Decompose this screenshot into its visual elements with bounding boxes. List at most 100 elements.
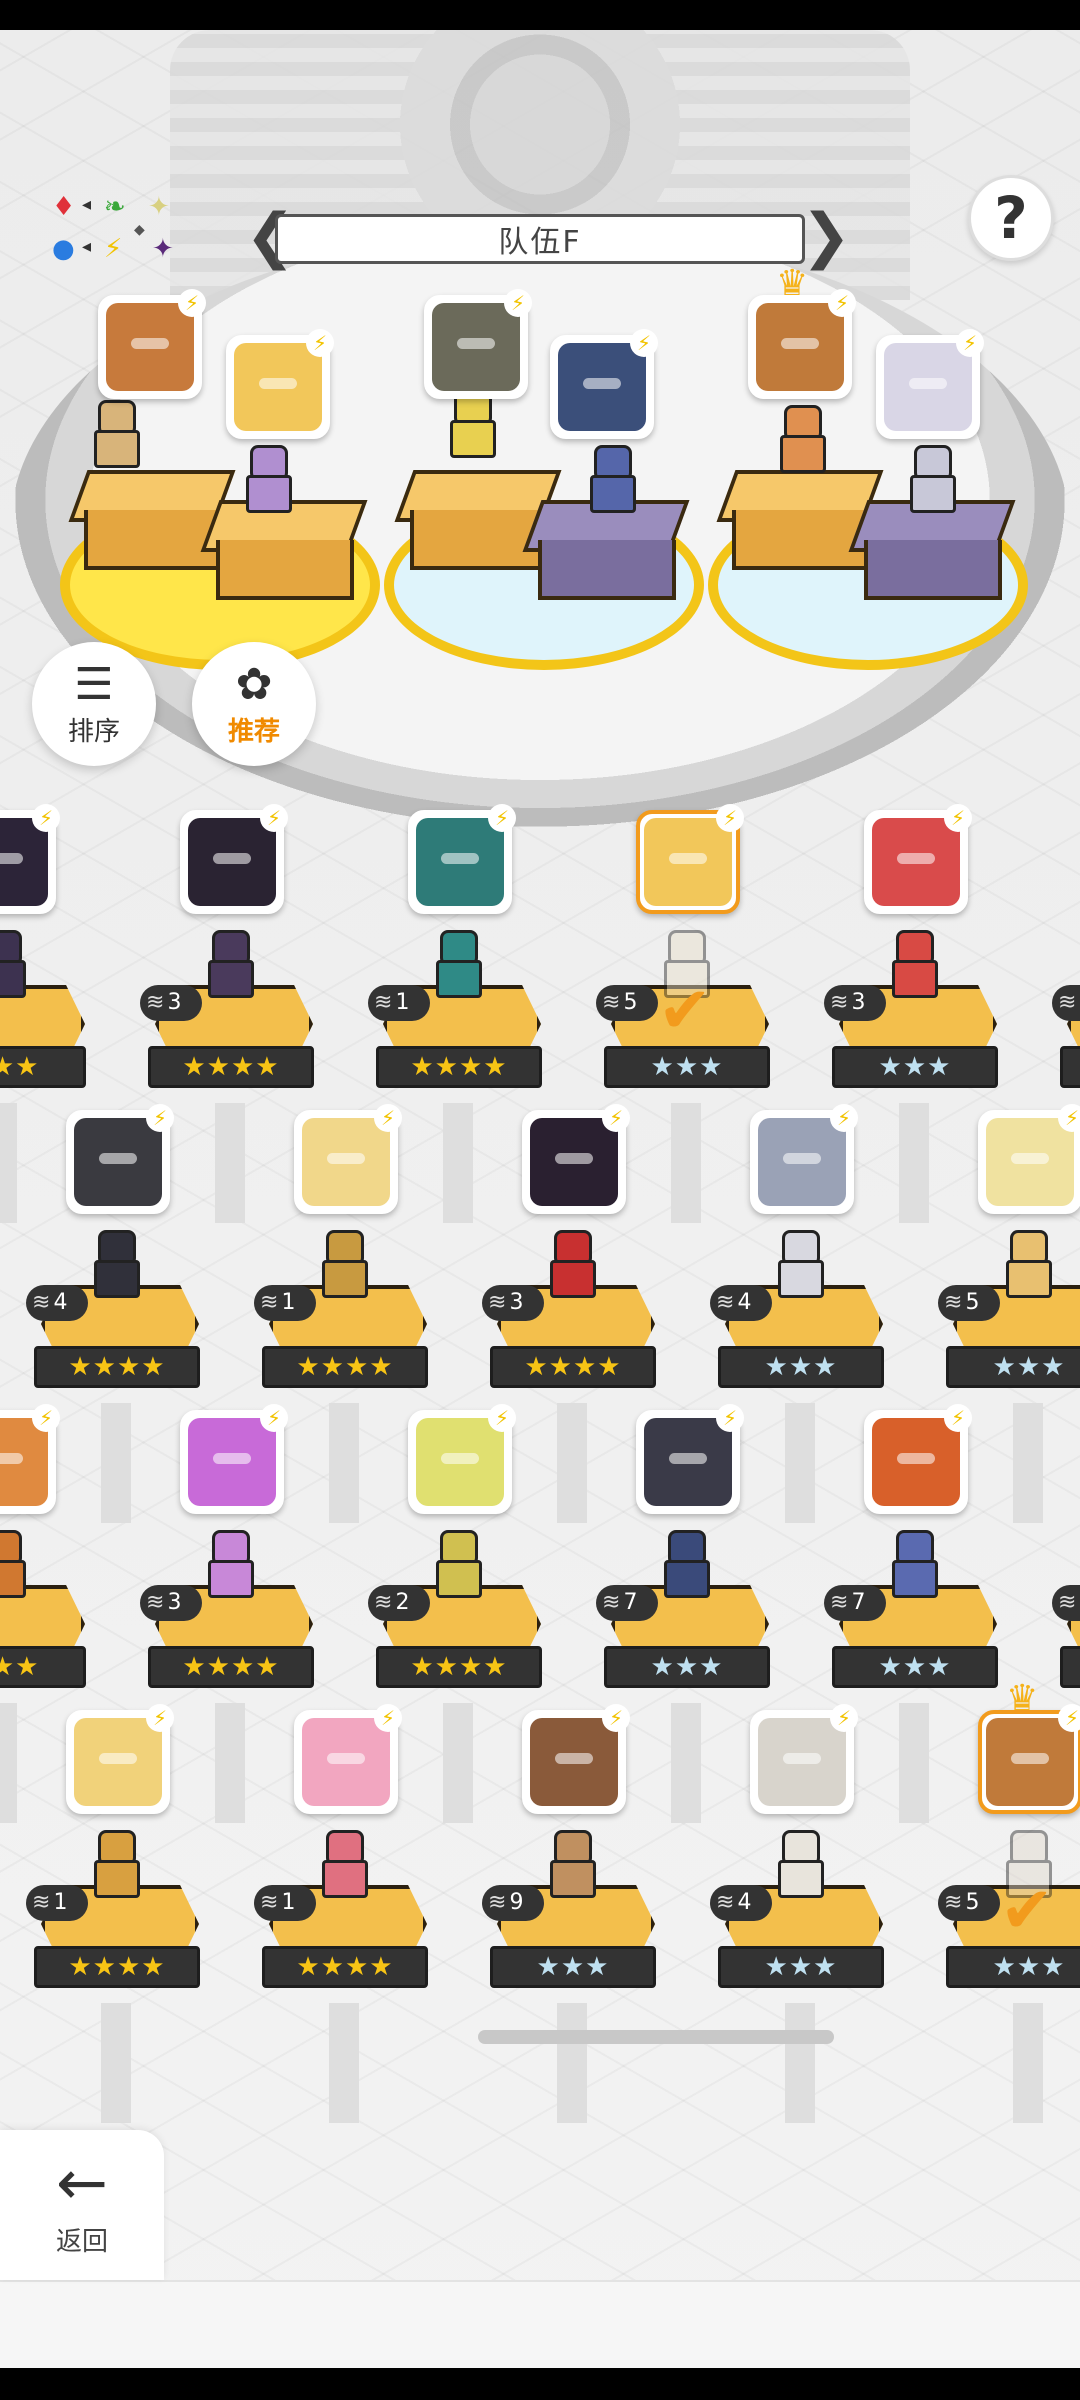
sort-button[interactable]: ☰ 排序 <box>32 642 156 766</box>
prev-team-chevron-icon[interactable]: ❮ <box>245 206 295 270</box>
horizontal-scrollbar[interactable] <box>478 2030 834 2044</box>
hero-sprite <box>84 1830 144 1898</box>
arrow-icon: ◂ <box>82 194 92 215</box>
hero-stars: ★★★ <box>604 1046 770 1088</box>
hero-card[interactable]: ⚡ <box>750 1104 858 1214</box>
bolt-element-icon: ⚡ <box>944 1404 972 1432</box>
element-advantage-legend[interactable]: ♦ ◂ ❧ ✦ ● ◂ ⚡ ◆ ✦ <box>52 192 192 282</box>
hero-card[interactable]: ⚡ ✔ <box>636 804 744 1048</box>
team-hero-sprite[interactable] <box>236 445 296 513</box>
hero-face <box>884 343 972 431</box>
selected-check-icon: ✔ <box>658 974 712 1048</box>
pedestal-leg <box>329 1403 359 1523</box>
hero-stars: ★★★★ <box>34 1346 200 1388</box>
team-hero-portrait[interactable]: ⚡ ♛ <box>748 263 856 399</box>
hero-level-badge: ≋ 3 <box>482 1285 544 1321</box>
hero-level-badge: ≋ 5 <box>938 1285 1000 1321</box>
hero-card[interactable]: ⚡ <box>408 804 516 914</box>
team-block <box>848 500 1016 600</box>
recommend-button[interactable]: ✿ 推荐 <box>192 642 316 766</box>
hero-level-badge: ≋ 3 <box>140 1585 202 1621</box>
hero-face <box>416 818 504 906</box>
hero-card[interactable]: ⚡ <box>522 1704 630 1814</box>
pedestal-leg <box>0 1103 17 1223</box>
team-hero-sprite[interactable] <box>580 445 640 513</box>
hero-card[interactable]: ⚡ <box>408 1404 516 1514</box>
hero-card[interactable]: ⚡ <box>522 1104 630 1214</box>
team-hero-portrait[interactable]: ⚡ <box>98 289 206 399</box>
team-hero-portrait[interactable]: ⚡ <box>226 329 334 439</box>
level-stack-icon: ≋ <box>260 1890 279 1915</box>
back-button[interactable]: ← 返回 <box>0 2130 164 2280</box>
hero-level-badge: ≋ 3 <box>140 985 202 1021</box>
water-element-icon: ● <box>52 234 75 264</box>
team-hero-portrait[interactable]: ⚡ <box>876 329 984 439</box>
hero-stars: ★★★ <box>1060 1046 1080 1088</box>
bottom-strip <box>0 2280 1080 2370</box>
hero-face <box>644 818 732 906</box>
hero-stars: ★★★ <box>1060 1646 1080 1688</box>
hero-face <box>758 1718 846 1806</box>
hero-stars: ★★★★ <box>262 1946 428 1988</box>
team-hero-sprite[interactable] <box>84 400 144 468</box>
team-hero-sprite[interactable] <box>770 405 830 473</box>
hero-level-badge: ≋4 <box>26 1285 88 1321</box>
hero-card[interactable]: ⚡ <box>294 1704 402 1814</box>
hero-sprite <box>768 1830 828 1898</box>
hero-stars: ★★★ <box>946 1946 1080 1988</box>
pedestal-leg <box>557 2003 587 2123</box>
hero-level-badge: ≋4 <box>710 1885 772 1921</box>
hero-stars: ★★★★ <box>262 1346 428 1388</box>
hero-level-badge: ≋ 5 <box>596 985 658 1021</box>
bolt-element-icon: ⚡ <box>602 1104 630 1132</box>
team-block <box>68 470 236 570</box>
hero-face <box>188 818 276 906</box>
pedestal-leg <box>785 1403 815 1523</box>
hero-card[interactable]: ⚡ <box>294 1104 402 1214</box>
hero-card[interactable]: ⚡ <box>978 1104 1080 1214</box>
sprite-body <box>778 1260 824 1298</box>
team-hero-portrait[interactable]: ⚡ <box>550 329 658 439</box>
hero-card[interactable]: ⚡ <box>864 1404 972 1514</box>
team-hero-sprite[interactable] <box>440 390 500 458</box>
hero-card[interactable]: ⚡ <box>180 804 288 914</box>
hero-card[interactable]: ⚡ <box>0 1404 60 1514</box>
pedestal-leg <box>101 2003 131 2123</box>
hero-card[interactable]: ⚡ <box>864 804 972 914</box>
hero-level: 5 <box>623 990 638 1015</box>
sprite-body <box>322 1260 368 1298</box>
team-hero-portrait[interactable]: ⚡ <box>424 289 532 399</box>
hero-face <box>106 303 194 391</box>
hero-face <box>558 343 646 431</box>
hero-card[interactable]: ⚡ ♛ ✔ <box>978 1678 1080 1948</box>
hero-stars: ★★★ <box>832 1646 998 1688</box>
block-side <box>538 540 676 600</box>
recommend-flower-icon: ✿ <box>235 658 273 710</box>
hero-card[interactable]: ⚡ <box>0 804 60 914</box>
hero-level: 4 <box>53 1290 68 1315</box>
hero-sprite <box>882 1530 942 1598</box>
hero-level-badge: ≋ 3 <box>824 985 886 1021</box>
sprite-body <box>94 430 140 468</box>
team-hero-sprite[interactable] <box>900 445 960 513</box>
hero-card[interactable]: ⚡ <box>66 1704 174 1814</box>
bolt-element-icon: ⚡ <box>104 234 123 264</box>
level-stack-icon: ≋ <box>374 990 393 1015</box>
back-arrow-icon: ← <box>56 2145 108 2219</box>
next-team-chevron-icon[interactable]: ❯ <box>801 206 851 270</box>
hero-level-badge: ≋7 <box>596 1585 658 1621</box>
bolt-element-icon: ⚡ <box>306 329 334 357</box>
bolt-element-icon: ⚡ <box>146 1104 174 1132</box>
hero-level: 7 <box>851 1590 866 1615</box>
hero-card[interactable]: ⚡ <box>180 1404 288 1514</box>
sprite-body <box>778 1860 824 1898</box>
hero-card[interactable]: ⚡ <box>66 1104 174 1214</box>
hero-card[interactable]: ⚡ <box>636 1404 744 1514</box>
pedestal-leg <box>1013 2003 1043 2123</box>
sprite-body <box>780 435 826 473</box>
help-button[interactable]: ? <box>968 175 1054 261</box>
hero-card[interactable]: ⚡ <box>750 1704 858 1814</box>
block-side <box>732 510 870 570</box>
level-stack-icon: ≋ <box>260 1290 279 1315</box>
level-stack-icon: ≋ <box>716 1890 735 1915</box>
